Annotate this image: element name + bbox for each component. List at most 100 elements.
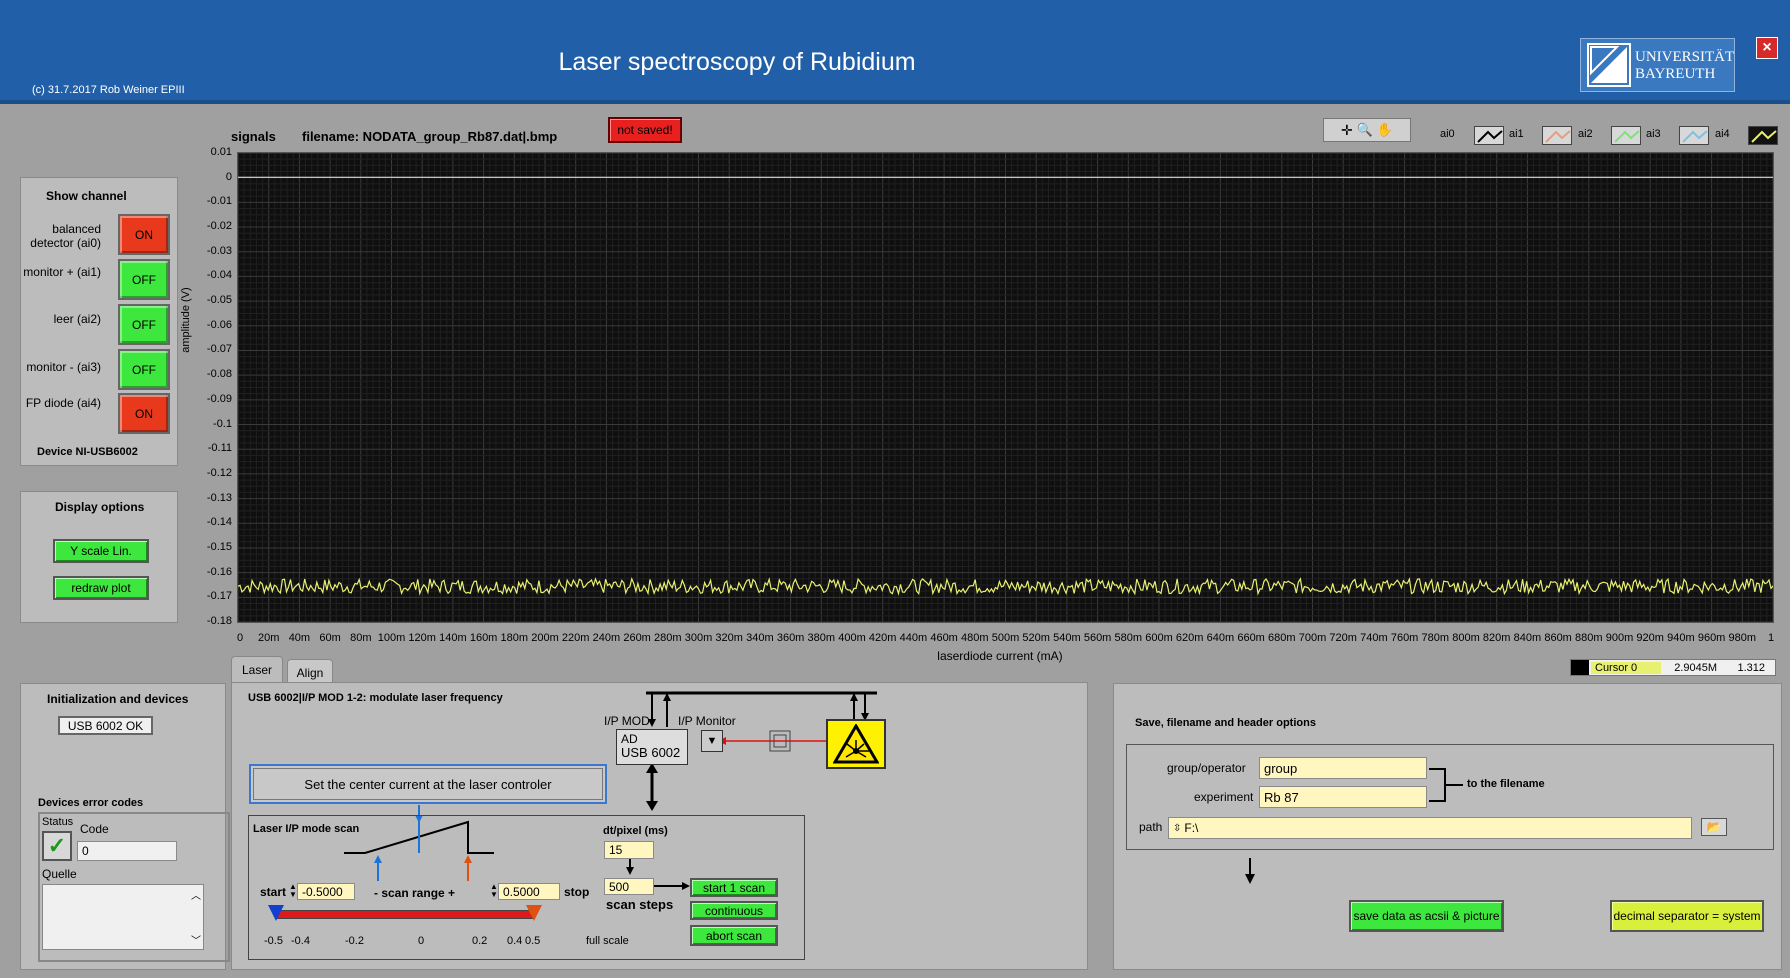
set-center-current-button[interactable]: Set the center current at the laser cont… xyxy=(249,764,607,804)
y-tick-label: -0.04 xyxy=(206,269,232,282)
path-label: path xyxy=(1139,820,1163,834)
legend-swatch-ai3[interactable] xyxy=(1679,126,1709,145)
filename-cluster: group/operator group experiment Rb 87 to… xyxy=(1126,744,1774,850)
save-status-indicator: not saved! xyxy=(608,117,682,143)
save-options-panel: Save, filename and header options group/… xyxy=(1113,683,1782,970)
scroll-up-icon[interactable]: ︿ xyxy=(191,887,201,902)
error-source-field[interactable]: ︿ ﹀ xyxy=(42,884,204,950)
bracket-connector xyxy=(1429,768,1463,802)
y-tick-label: -0.1 xyxy=(213,417,232,430)
group-label: group/operator xyxy=(1167,761,1246,775)
slider-high-handle[interactable] xyxy=(526,905,542,921)
display-options-panel: Display options Y scale Lin. redraw plot xyxy=(20,491,178,623)
x-axis-label: laserdiode current (mA) xyxy=(937,649,1063,663)
channel-toggle-ai3[interactable]: OFF xyxy=(118,349,170,390)
status-checkmark-icon: ✓ xyxy=(42,831,72,861)
initialization-title: Initialization and devices xyxy=(47,692,189,706)
y-tick-label: -0.07 xyxy=(206,343,232,356)
dt-pixel-label: dt/pixel (ms) xyxy=(603,825,668,837)
scan-steps-label: scan steps xyxy=(606,897,674,912)
status-label: Status xyxy=(42,816,74,828)
start-1-scan-button[interactable]: start 1 scan xyxy=(690,878,778,897)
cursor-display[interactable]: Cursor 0 2.9045M 1.312 xyxy=(1570,659,1776,676)
legend-swatch-ai2[interactable] xyxy=(1611,126,1641,145)
scan-range-label: - scan range + xyxy=(374,886,456,900)
decimal-separator-button[interactable]: decimal separator = system xyxy=(1610,900,1764,932)
channel-label-ai3: monitor - (ai3) xyxy=(26,360,101,374)
path-field[interactable]: ⇳ F:\ xyxy=(1168,817,1692,839)
stop-field[interactable]: 0.5000 xyxy=(498,883,560,900)
show-channel-title: Show channel xyxy=(46,189,127,203)
folder-icon: 📂 xyxy=(1706,820,1722,834)
crosshair-icon[interactable]: ✛ xyxy=(1341,122,1353,139)
y-tick-label: -0.12 xyxy=(206,466,232,479)
slider-low-handle[interactable] xyxy=(268,905,284,921)
scan-subpanel: Laser I/P mode scan start ▲ ▼ -0.5000 - s… xyxy=(248,815,805,960)
zoom-icon[interactable]: 🔍 xyxy=(1357,122,1373,138)
y-scale-button[interactable]: Y scale Lin. xyxy=(53,539,149,563)
y-tick-label: -0.18 xyxy=(206,615,232,627)
cursor-y: 1.312 xyxy=(1737,661,1765,674)
start-field[interactable]: -0.5000 xyxy=(297,883,355,900)
x-tick-label: 1 xyxy=(1767,632,1775,644)
usb-label: USB 6002 xyxy=(621,745,681,760)
pan-hand-icon[interactable]: ✋ xyxy=(1377,122,1393,138)
legend-swatch-ai0[interactable] xyxy=(1474,126,1504,145)
y-tick-label: -0.05 xyxy=(206,294,232,307)
abort-scan-button[interactable]: abort scan xyxy=(690,925,778,946)
channel-toggle-ai4[interactable]: ON xyxy=(118,393,170,434)
cursor-swatch xyxy=(1571,660,1589,675)
browse-folder-button[interactable]: 📂 xyxy=(1701,818,1727,836)
y-tick-label: -0.01 xyxy=(206,195,232,208)
y-tick-label: 0.01 xyxy=(210,146,232,158)
channel-toggle-ai0[interactable]: ON xyxy=(118,214,170,255)
path-icon: ⇳ xyxy=(1173,822,1182,834)
close-icon: × xyxy=(1762,39,1772,56)
y-tick-label: -0.14 xyxy=(206,516,232,529)
dt-pixel-field[interactable]: 15 xyxy=(604,841,654,859)
channel-toggle-ai2[interactable]: OFF xyxy=(118,304,170,345)
device-name: Device NI-USB6002 xyxy=(37,446,138,458)
photodiode-icon: ▼ xyxy=(701,730,723,752)
channel-label-ai2: leer (ai2) xyxy=(53,312,101,326)
tab-laser[interactable]: Laser xyxy=(231,656,283,682)
scan-steps-field[interactable]: 500 xyxy=(604,878,654,895)
scroll-down-icon[interactable]: ﹀ xyxy=(191,932,201,947)
signal-plot[interactable] xyxy=(237,152,1774,623)
show-channel-panel: Show channel balanced detector (ai0) ON … xyxy=(20,177,178,466)
display-options-title: Display options xyxy=(55,500,145,514)
title-bar: Laser spectroscopy of Rubidium (c) 31.7.… xyxy=(0,0,1790,104)
start-stepper-icon[interactable]: ▲ ▼ xyxy=(289,883,297,899)
legend-swatch-ai1[interactable] xyxy=(1542,126,1572,145)
y-tick-label: -0.15 xyxy=(206,540,232,553)
redraw-plot-button[interactable]: redraw plot xyxy=(53,576,149,600)
y-tick-label: -0.09 xyxy=(206,392,232,405)
continuous-button[interactable]: continuous xyxy=(690,901,778,920)
save-data-button[interactable]: save data as acsii & picture xyxy=(1349,900,1504,932)
filename-display: filename: NODATA_group_Rb87.dat|.bmp xyxy=(302,129,558,144)
graph-label: signals xyxy=(231,129,276,144)
y-tick-label: -0.13 xyxy=(206,491,232,504)
scan-range-slider[interactable] xyxy=(275,910,535,919)
group-field[interactable]: group xyxy=(1259,757,1427,779)
channel-toggle-ai1[interactable]: OFF xyxy=(118,259,170,300)
channel-label-ai4: FP diode (ai4) xyxy=(25,396,101,410)
full-scale-label: full scale xyxy=(586,935,629,947)
initialization-panel: Initialization and devices USB 6002 OK D… xyxy=(20,683,230,970)
start-label: start xyxy=(260,885,287,899)
usb-status-button[interactable]: USB 6002 OK xyxy=(58,716,153,735)
legend-swatch-ai4[interactable] xyxy=(1748,126,1778,145)
y-tick-label: -0.06 xyxy=(206,318,232,331)
logo-line-2: BAYREUTH xyxy=(1635,66,1716,82)
scan-title: Laser I/P mode scan xyxy=(253,823,360,835)
experiment-field[interactable]: Rb 87 xyxy=(1259,786,1427,808)
graph-palette: ✛ 🔍 ✋ xyxy=(1323,118,1411,142)
stop-stepper-icon[interactable]: ▲ ▼ xyxy=(490,883,498,899)
save-options-title: Save, filename and header options xyxy=(1135,717,1316,729)
legend-label-ai3: ai3 xyxy=(1646,128,1661,140)
copyright-text: (c) 31.7.2017 Rob Weiner EPIII xyxy=(32,84,185,96)
cursor-name: Cursor 0 xyxy=(1591,661,1661,674)
close-button[interactable]: × xyxy=(1756,37,1778,59)
error-code-field[interactable]: 0 xyxy=(77,841,177,861)
code-label: Code xyxy=(80,822,109,836)
